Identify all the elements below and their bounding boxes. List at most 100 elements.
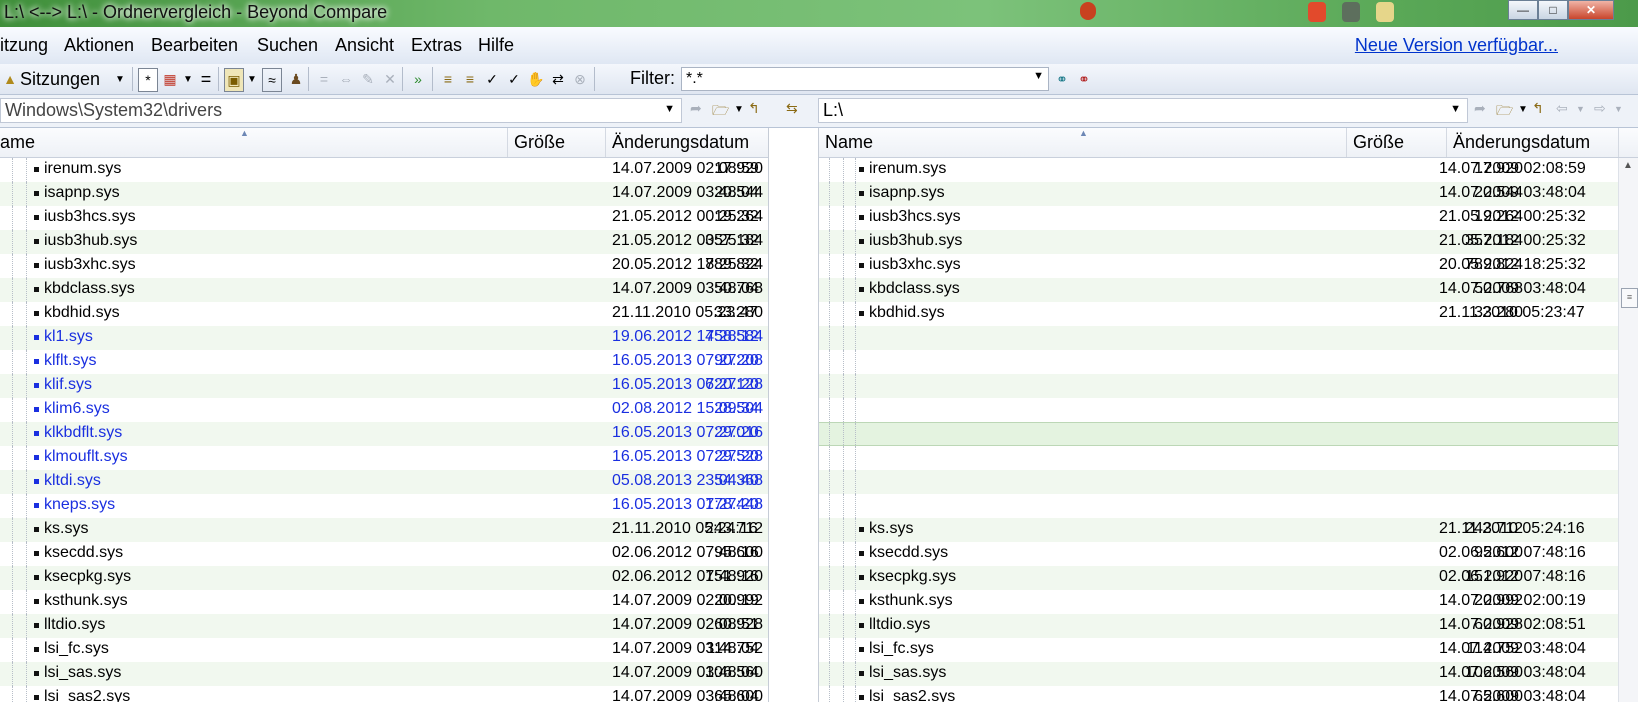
file-row[interactable]: kneps.sys 178.448 16.05.2013 07:27:20 — [0, 494, 768, 518]
select-icon[interactable]: ✓ — [482, 68, 502, 90]
chevron-down-icon[interactable]: ▼ — [1450, 103, 1461, 115]
file-row[interactable]: kl1.sys 458.584 19.06.2012 17:28:12 — [0, 326, 768, 350]
file-row[interactable]: lltdio.sys 60.928 14.07.2009 02:08:51 — [819, 614, 1619, 638]
vertical-scrollbar[interactable]: ▲ ≡ — [1618, 158, 1638, 702]
show-all-icon[interactable]: * — [138, 68, 158, 92]
scroll-up-icon[interactable]: ▲ — [1623, 160, 1633, 171]
file-row[interactable]: lsi_sas.sys 106.560 14.07.2009 03:48:04 — [819, 662, 1619, 686]
column-modified[interactable]: Änderungsdatum — [606, 128, 768, 157]
file-row[interactable]: lltdio.sys 60.928 14.07.2009 02:08:51 — [0, 614, 768, 638]
swap-sides-icon[interactable]: ⇆ — [786, 100, 798, 117]
sessions-button[interactable]: Sitzungen — [20, 68, 100, 90]
file-row[interactable]: irenum.sys 17.920 14.07.2009 02:08:59 — [819, 158, 1619, 182]
file-row[interactable]: lsi_fc.sys 114.752 14.07.2009 03:48:04 — [0, 638, 768, 662]
file-row[interactable]: iusb3xhc.sys 789.824 20.05.2012 18:25:32 — [819, 254, 1619, 278]
file-row[interactable]: lsi_sas.sys 106.560 14.07.2009 03:48:04 — [0, 662, 768, 686]
new-version-link[interactable]: Neue Version verfügbar... — [1355, 35, 1558, 56]
file-row[interactable]: ksecpkg.sys 151.920 02.06.2012 07:48:16 — [0, 566, 768, 590]
select-all-icon[interactable]: ✓ — [504, 68, 524, 90]
browse-folder-icon[interactable]: 🗁 — [1496, 100, 1513, 124]
next-difference-icon[interactable]: » — [408, 68, 428, 90]
file-row[interactable] — [819, 326, 1619, 350]
expand-all-icon[interactable]: ≡ — [438, 68, 458, 90]
file-row[interactable]: klflt.sys 90.208 16.05.2013 07:27:20 — [0, 350, 768, 374]
menu-view[interactable]: Ansicht — [335, 35, 394, 56]
maximize-icon[interactable]: □ — [1538, 0, 1568, 20]
file-row[interactable]: iusb3hub.sys 357.184 21.05.2012 00:25:32 — [819, 230, 1619, 254]
file-row[interactable]: ksecpkg.sys 151.920 02.06.2012 07:48:16 — [819, 566, 1619, 590]
file-row[interactable]: kbdhid.sys 33.280 21.11.2010 05:23:47 — [819, 302, 1619, 326]
column-name[interactable]: ame — [0, 128, 508, 157]
file-row[interactable]: klif.sys 620.128 16.05.2013 07:27:20 — [0, 374, 768, 398]
browse-folder-icon[interactable]: 🗁 — [712, 100, 729, 124]
filter-input[interactable]: *.* ▼ — [681, 67, 1049, 91]
file-row[interactable]: iusb3hub.sys 357.184 21.05.2012 00:25:32 — [0, 230, 768, 254]
file-row[interactable]: klkbdflt.sys 29.016 16.05.2013 07:27:20 — [0, 422, 768, 446]
file-row[interactable] — [819, 470, 1619, 494]
chevron-down-icon[interactable]: ▼ — [734, 104, 744, 115]
file-row[interactable]: kbdhid.sys 33.280 21.11.2010 05:23:47 — [0, 302, 768, 326]
rules-icon[interactable]: ♟ — [286, 68, 306, 90]
right-folder-pane[interactable]: Name ▲ Größe Änderungsdatum irenum.sys 17… — [818, 128, 1638, 702]
file-row[interactable]: klmouflt.sys 29.528 16.05.2013 07:27:20 — [0, 446, 768, 470]
go-icon[interactable]: ➦ — [1474, 100, 1486, 117]
parent-folder-icon[interactable]: ↰ — [748, 100, 760, 117]
file-row[interactable] — [819, 446, 1619, 470]
file-row[interactable]: irenum.sys 17.920 14.07.2009 02:08:59 — [0, 158, 768, 182]
chevron-down-icon[interactable]: ▼ — [1614, 104, 1623, 114]
filter-off-icon[interactable]: ⚭ — [1074, 68, 1094, 90]
file-row[interactable]: isapnp.sys 20.544 14.07.2009 03:48:04 — [819, 182, 1619, 206]
chevron-down-icon[interactable]: ▼ — [1033, 70, 1044, 82]
scrollbar-thumb[interactable]: ≡ — [1621, 288, 1638, 308]
chevron-down-icon[interactable]: ▼ — [110, 68, 130, 90]
copy-icon[interactable]: ✎ — [358, 68, 378, 90]
file-row[interactable] — [819, 350, 1619, 374]
file-row[interactable] — [819, 494, 1619, 518]
column-size[interactable]: Größe — [508, 128, 606, 157]
chevron-down-icon[interactable]: ▼ — [1518, 104, 1528, 115]
file-row[interactable]: klim6.sys 28.504 02.08.2012 15:09:34 — [0, 398, 768, 422]
menu-extras[interactable]: Extras — [411, 35, 462, 56]
file-row[interactable]: iusb3xhc.sys 789.824 20.05.2012 18:25:32 — [0, 254, 768, 278]
file-row[interactable]: lsi_sas2.sys 65.600 14.07.2009 03:48:04 — [819, 686, 1619, 702]
file-row[interactable]: kltdi.sys 54.368 05.08.2013 23:04:40 — [0, 470, 768, 494]
show-same-button[interactable]: = — [196, 68, 216, 90]
file-row[interactable]: isapnp.sys 20.544 14.07.2009 03:48:04 — [0, 182, 768, 206]
show-differences-icon[interactable]: ▦ — [160, 68, 180, 90]
sync-icon[interactable]: ⇔ — [336, 68, 356, 90]
left-path-input[interactable]: Windows\System32\drivers ▼ — [0, 98, 682, 123]
chevron-down-icon[interactable]: ▼ — [242, 68, 262, 90]
file-row[interactable]: lsi_sas2.sys 65.600 14.07.2009 03:48:04 — [0, 686, 768, 702]
file-row[interactable] — [819, 422, 1619, 447]
column-size[interactable]: Größe — [1347, 128, 1447, 157]
file-row[interactable]: ksecdd.sys 95.600 02.06.2012 07:48:16 — [819, 542, 1619, 566]
touch-icon[interactable]: ✋ — [526, 68, 546, 90]
delete-icon[interactable]: ✕ — [380, 68, 400, 90]
swap-icon[interactable]: ⇄ — [548, 68, 568, 90]
chevron-down-icon[interactable]: ▼ — [1576, 104, 1585, 114]
column-modified[interactable]: Änderungsdatum — [1447, 128, 1619, 157]
file-row[interactable] — [819, 374, 1619, 398]
collapse-all-icon[interactable]: ≡ — [460, 68, 480, 90]
left-folder-pane[interactable]: ame ▲ Größe Änderungsdatum irenum.sys 17.… — [0, 128, 769, 702]
file-row[interactable]: ks.sys 243.712 21.11.2010 05:24:16 — [819, 518, 1619, 542]
menu-edit[interactable]: Bearbeiten — [151, 35, 238, 56]
file-row[interactable]: iusb3hcs.sys 19.264 21.05.2012 00:25:32 — [819, 206, 1619, 230]
file-row[interactable] — [819, 398, 1619, 422]
file-row[interactable]: lsi_fc.sys 114.752 14.07.2009 03:48:04 — [819, 638, 1619, 662]
close-icon[interactable]: ✕ — [1568, 0, 1614, 20]
filter-glasses-icon[interactable]: ⚭ — [1052, 68, 1072, 90]
menu-search[interactable]: Suchen — [257, 35, 318, 56]
stop-icon[interactable]: ⊗ — [570, 68, 590, 90]
file-row[interactable]: ksecdd.sys 95.600 02.06.2012 07:48:16 — [0, 542, 768, 566]
file-row[interactable]: ksthunk.sys 20.992 14.07.2009 02:00:19 — [819, 590, 1619, 614]
parent-folder-icon[interactable]: ↰ — [1532, 100, 1544, 117]
menu-actions[interactable]: Aktionen — [64, 35, 134, 56]
file-row[interactable]: iusb3hcs.sys 19.264 21.05.2012 00:25:32 — [0, 206, 768, 230]
file-row[interactable]: kbdclass.sys 50.768 14.07.2009 03:48:04 — [0, 278, 768, 302]
right-path-input[interactable]: L:\ ▼ — [818, 98, 1468, 123]
forward-icon[interactable]: ⇨ — [1594, 100, 1606, 117]
menu-help[interactable]: Hilfe — [478, 35, 514, 56]
minimize-icon[interactable]: — — [1508, 0, 1538, 20]
back-icon[interactable]: ⇦ — [1556, 100, 1568, 117]
